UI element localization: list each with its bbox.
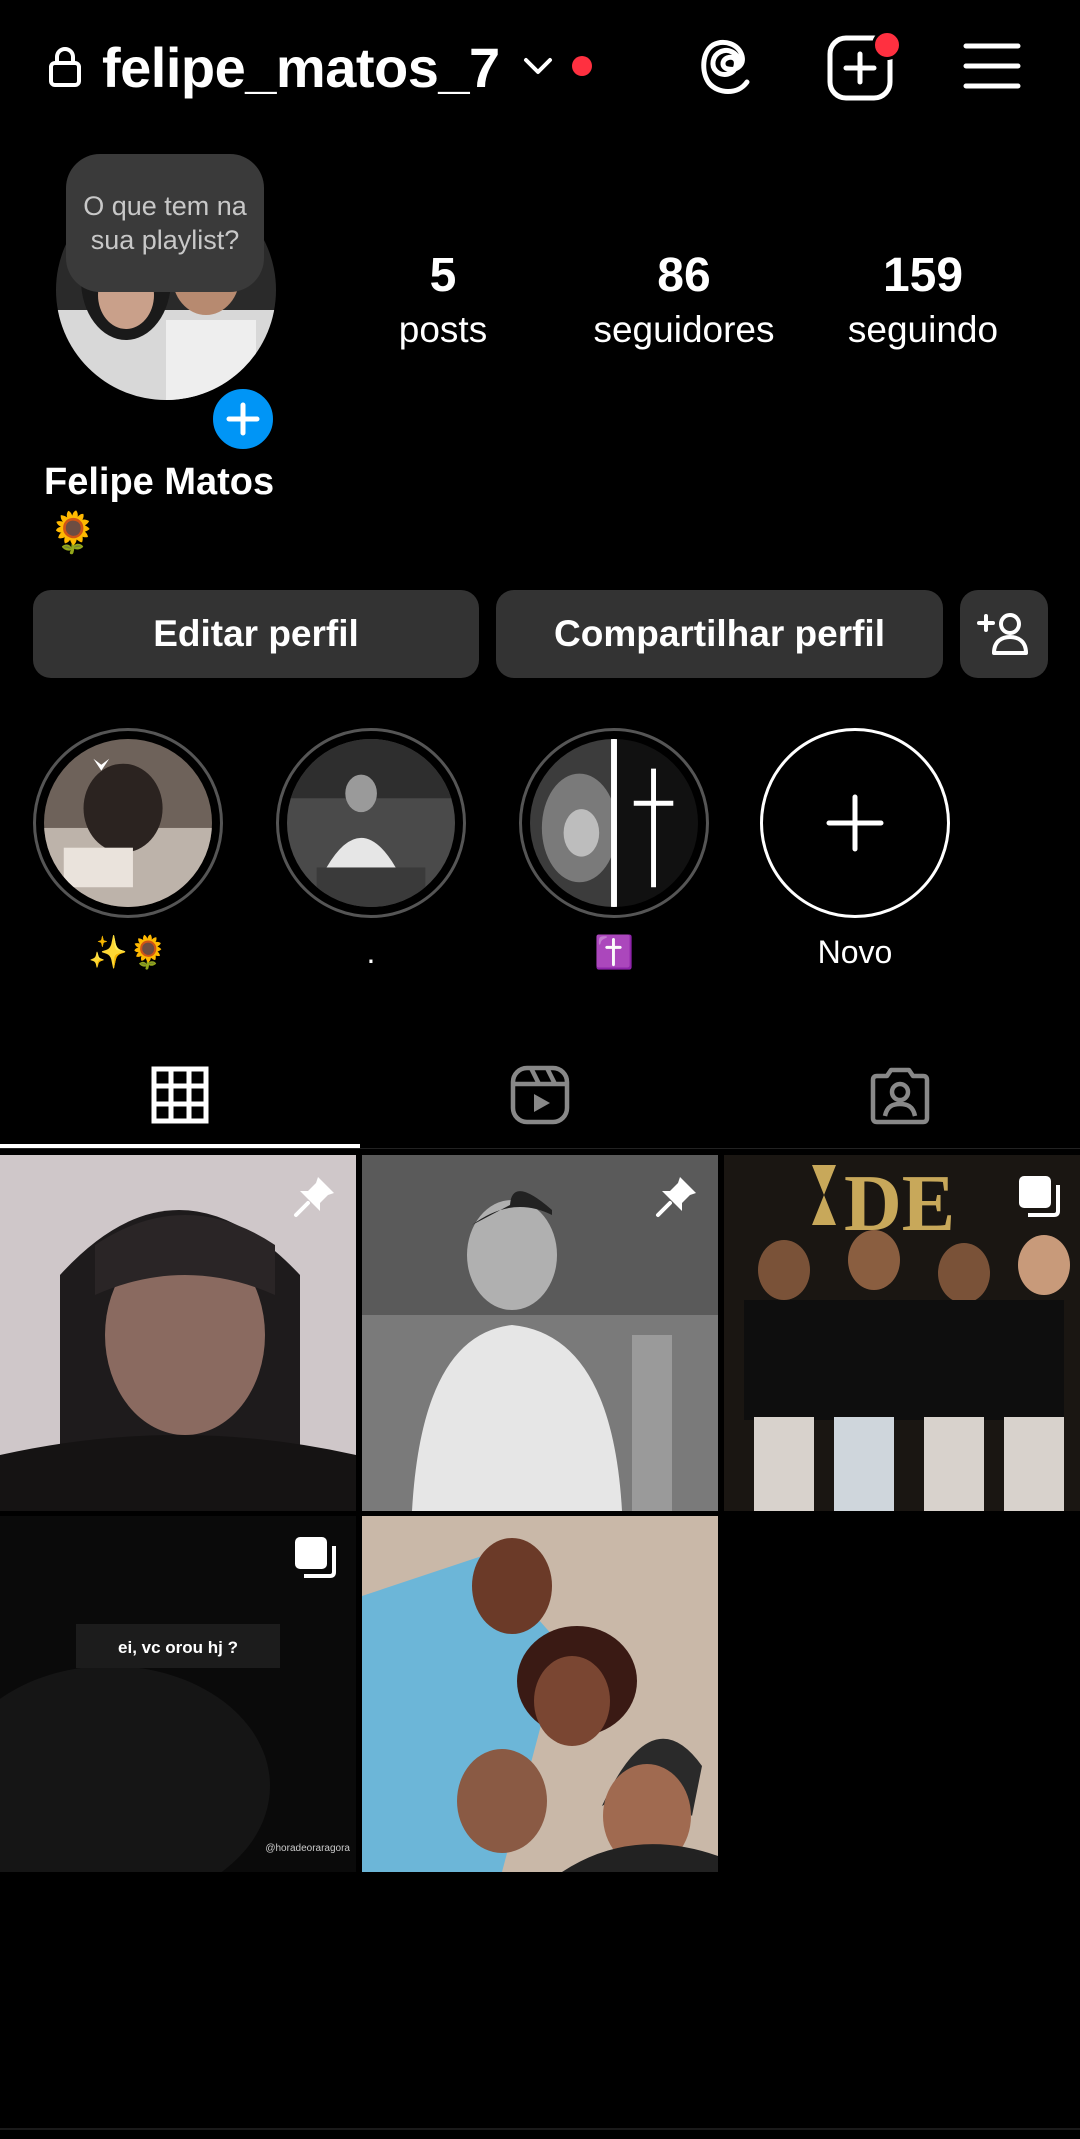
post-tile-1[interactable]: [0, 1155, 356, 1511]
post-tile-3[interactable]: DE: [724, 1155, 1080, 1511]
following-label: seguindo: [847, 309, 999, 350]
highlight-1[interactable]: ✨🌻: [33, 728, 223, 974]
profile-full-name: Felipe Matos: [44, 461, 275, 503]
highlight-label: .: [366, 934, 376, 970]
post-tile-2[interactable]: [362, 1155, 718, 1511]
post-credit-text: @horadeoraragora: [265, 1843, 350, 1854]
plus-icon: [226, 402, 260, 436]
pin-icon: [294, 1177, 334, 1217]
profile-bio: 🌻: [48, 511, 98, 555]
tagged-person-icon: [870, 1067, 930, 1125]
tab-divider: [0, 1148, 1080, 1149]
stat-posts[interactable]: 5 posts: [333, 244, 553, 354]
carousel-icon: [1019, 1176, 1060, 1217]
following-count: 159: [882, 249, 964, 302]
discover-people-button[interactable]: [960, 590, 1048, 678]
highlight-2[interactable]: .: [276, 728, 466, 974]
carousel-icon: [295, 1537, 336, 1578]
post-image: [362, 1516, 718, 1872]
reels-icon: [510, 1065, 570, 1125]
stat-followers[interactable]: 86 seguidores: [574, 244, 794, 354]
add-story-button[interactable]: [208, 384, 278, 454]
stat-following[interactable]: 159 seguindo: [813, 244, 1033, 354]
post-tile-4[interactable]: ei, vc orou hj ? @horadeoraragora: [0, 1516, 356, 1872]
highlight-3[interactable]: ✝️: [519, 728, 709, 974]
lock-icon: [49, 47, 81, 87]
tab-reels[interactable]: [360, 1040, 720, 1150]
profile-note-bubble[interactable]: O que tem na sua playlist?: [66, 154, 264, 292]
highlight-ring: [33, 728, 223, 918]
username-switcher[interactable]: felipe_matos_7: [102, 28, 500, 108]
pin-icon: [656, 1177, 696, 1217]
new-post-notification-dot: [872, 30, 902, 60]
bottom-divider: [0, 2128, 1080, 2130]
posts-count: 5: [429, 249, 457, 302]
post-tile-5[interactable]: [362, 1516, 718, 1872]
chevron-down-icon[interactable]: [522, 54, 554, 78]
followers-label: seguidores: [593, 309, 775, 350]
posts-label: posts: [398, 309, 488, 350]
highlight-new[interactable]: Novo: [760, 728, 950, 974]
tab-tagged[interactable]: [720, 1040, 1080, 1150]
plus-icon: [826, 794, 884, 852]
post-overlay-text: ei, vc orou hj ?: [118, 1638, 238, 1657]
followers-count: 86: [657, 249, 711, 302]
highlight-cover: [530, 739, 698, 907]
highlight-cover: [287, 739, 455, 907]
highlight-cover: [44, 739, 212, 907]
threads-icon[interactable]: [694, 34, 760, 100]
grid-icon: [151, 1066, 209, 1124]
highlight-label: ✝️: [594, 934, 634, 970]
new-highlight-ring: [760, 728, 950, 918]
share-profile-button[interactable]: Compartilhar perfil: [496, 590, 943, 678]
highlight-ring: [519, 728, 709, 918]
top-bar: felipe_matos_7: [0, 0, 1080, 135]
highlight-ring: [276, 728, 466, 918]
add-person-icon: [977, 613, 1028, 655]
highlight-label: ✨🌻: [88, 934, 168, 970]
menu-icon[interactable]: [962, 40, 1022, 92]
tab-posts-grid[interactable]: [0, 1040, 360, 1150]
edit-profile-button[interactable]: Editar perfil: [33, 590, 479, 678]
notification-dot: [572, 56, 592, 76]
new-highlight-label: Novo: [817, 934, 893, 970]
